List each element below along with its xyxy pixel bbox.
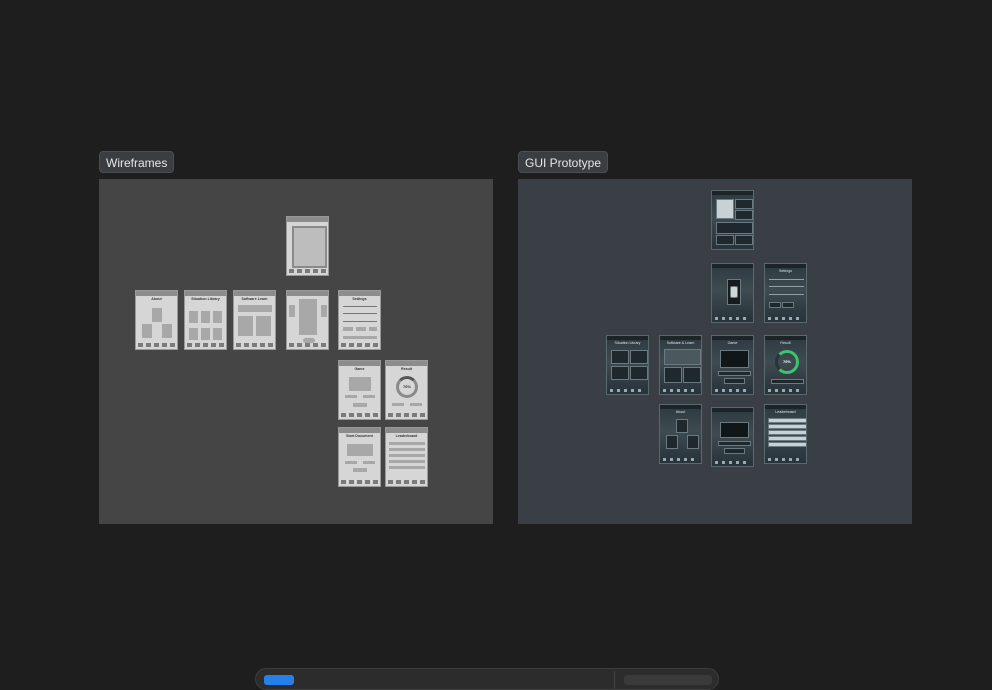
wireframe-software-learn-title: Software Learn xyxy=(241,297,268,301)
gui-game-title: Game xyxy=(727,341,738,345)
wireframe-splash-screen[interactable] xyxy=(286,216,329,276)
gui-leaderboard-screen[interactable]: Leaderboard xyxy=(764,404,807,464)
wireframe-start-document-screen[interactable]: Start Document xyxy=(338,427,381,487)
wireframe-leaderboard-screen[interactable]: Leaderboard xyxy=(385,427,428,487)
wireframe-settings-screen[interactable]: Settings xyxy=(338,290,381,350)
gui-map-screen[interactable] xyxy=(711,263,754,323)
gui-settings-title: Settings xyxy=(779,269,792,273)
gui-leaderboard-title: Leaderboard xyxy=(775,410,796,414)
gui-software-learn-screen[interactable]: Software & Learn xyxy=(659,335,702,395)
toolbar-action-button[interactable] xyxy=(624,675,712,685)
gui-situation-library-title: Situation Library xyxy=(614,341,641,345)
gui-about-screen[interactable]: About xyxy=(659,404,702,464)
gui-home-screen[interactable] xyxy=(711,190,754,250)
gui-prototype-frame[interactable]: Settings Situation Library Software & Le… xyxy=(518,179,912,524)
gui-game-screen[interactable]: Game xyxy=(711,335,754,395)
wireframes-frame[interactable]: About Situation Library Software Learn S xyxy=(99,179,493,524)
gui-about-title: About xyxy=(675,410,686,414)
gui-situation-library-screen[interactable]: Situation Library xyxy=(606,335,649,395)
wireframe-about-title: About xyxy=(151,297,162,301)
wireframe-start-document-title: Start Document xyxy=(346,434,373,438)
wireframe-result-title: Result xyxy=(401,367,412,371)
wireframe-game-screen[interactable]: Game xyxy=(338,360,381,420)
wireframe-situation-library-screen[interactable]: Situation Library xyxy=(184,290,227,350)
toolbar-divider xyxy=(614,671,615,689)
wireframe-result-screen[interactable]: Result 76% xyxy=(385,360,428,420)
gui-start-document-screen[interactable] xyxy=(711,407,754,467)
wireframe-result-percent: 76% xyxy=(402,384,411,389)
wireframe-leaderboard-title: Leaderboard xyxy=(395,434,418,438)
gui-software-learn-title: Software & Learn xyxy=(666,341,695,345)
wireframe-game-title: Game xyxy=(354,367,365,371)
wireframe-software-learn-screen[interactable]: Software Learn xyxy=(233,290,276,350)
wireframe-about-screen[interactable]: About xyxy=(135,290,178,350)
frame-label-wireframes[interactable]: Wireframes xyxy=(99,151,175,173)
gui-result-percent: 76% xyxy=(782,359,791,364)
gui-result-screen[interactable]: Result 76% xyxy=(764,335,807,395)
gui-settings-screen[interactable]: Settings xyxy=(764,263,807,323)
toolbar-app-icon[interactable] xyxy=(264,675,294,685)
wireframe-map-screen[interactable] xyxy=(286,290,329,350)
bottom-toolbar[interactable] xyxy=(255,668,719,690)
wireframe-situation-library-title: Situation Library xyxy=(191,297,220,301)
gui-result-title: Result xyxy=(780,341,791,345)
wireframe-settings-title: Settings xyxy=(352,297,367,301)
frame-label-gui-prototype[interactable]: GUI Prototype xyxy=(518,151,609,173)
